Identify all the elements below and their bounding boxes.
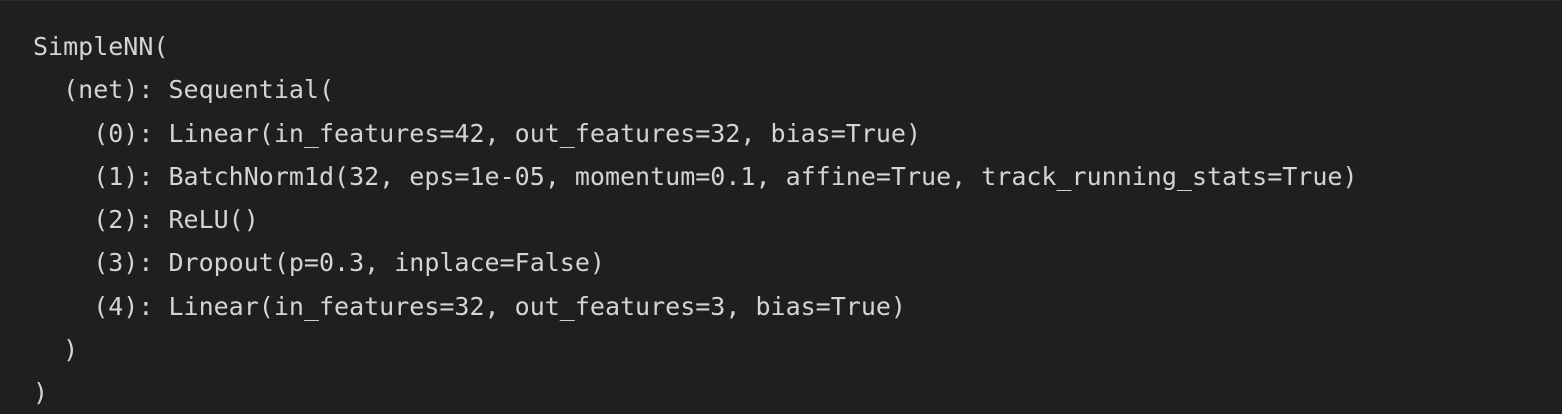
output-line-close-sequential: ) [33,335,79,365]
output-line-layer-3: (3): Dropout(p=0.3, inplace=False) [33,248,605,278]
output-line-layer-0: (0): Linear(in_features=42, out_features… [33,118,922,148]
model-summary-output: SimpleNN( (net): Sequential( (0): Linear… [33,25,1562,414]
output-line-layer-2: (2): ReLU() [33,205,259,235]
output-line-model: SimpleNN( [33,32,169,61]
output-line-close-model: ) [33,378,49,408]
output-line-layer-4: (4): Linear(in_features=32, out_features… [33,291,906,321]
output-line-net-sequential: (net): Sequential( [33,75,335,105]
cell-output-panel: SimpleNN( (net): Sequential( (0): Linear… [0,0,1562,414]
output-line-layer-1: (1): BatchNorm1d(32, eps=1e-05, momentum… [33,161,1358,191]
